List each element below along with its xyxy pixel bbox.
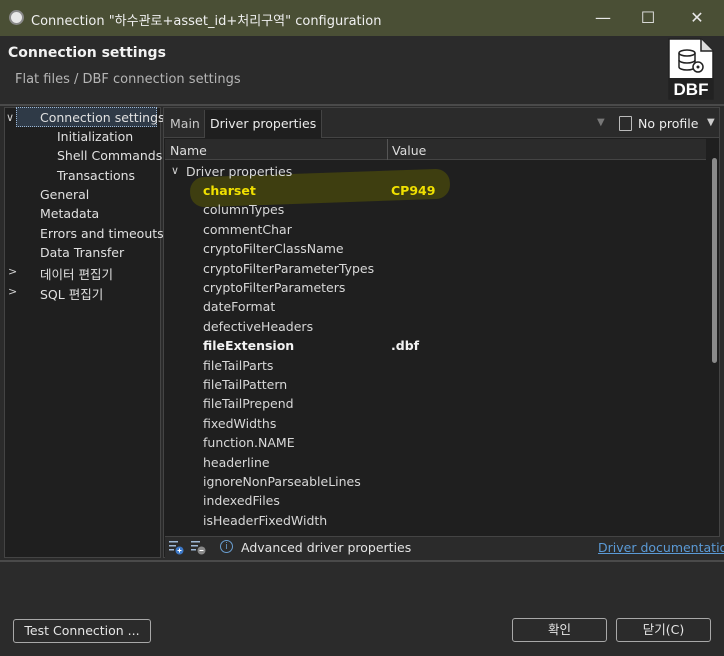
property-name[interactable]: cryptoFilterParameterTypes (203, 261, 374, 276)
table-header (165, 139, 706, 160)
property-name[interactable]: dateFormat (203, 299, 275, 314)
property-name[interactable]: headerline (203, 455, 270, 470)
test-connection-button[interactable]: Test Connection ... (13, 619, 151, 643)
tree-item-sql-editor[interactable]: SQL 편집기 (40, 284, 103, 303)
property-name[interactable]: function.NAME (203, 435, 295, 450)
property-name[interactable]: fileTailParts (203, 358, 273, 373)
property-value[interactable]: CP949 (391, 183, 435, 198)
property-name[interactable]: fixedWidths (203, 416, 276, 431)
property-name[interactable]: fileTailPattern (203, 377, 287, 392)
property-name[interactable]: isHeaderFixedWidth (203, 513, 327, 528)
scrollbar[interactable] (712, 158, 717, 363)
tree-item-errors-timeouts[interactable]: Errors and timeouts (40, 226, 164, 241)
chevron-right-icon[interactable]: > (8, 265, 17, 278)
property-group[interactable]: Driver properties (186, 164, 292, 179)
divider (0, 560, 724, 562)
property-value[interactable]: .dbf (391, 338, 419, 353)
property-name[interactable]: cryptoFilterClassName (203, 241, 344, 256)
tree-item-general[interactable]: General (40, 187, 89, 202)
tab-driver-properties[interactable]: Driver properties (204, 110, 323, 138)
tree-item-initialization[interactable]: Initialization (57, 129, 133, 144)
chevron-down-icon[interactable]: ∨ (171, 164, 179, 177)
page-subtitle: Flat files / DBF connection settings (15, 72, 241, 87)
driver-documentation-link[interactable]: Driver documentation (598, 540, 724, 555)
chevron-down-icon[interactable]: ▼ (597, 117, 605, 128)
tree-item-metadata[interactable]: Metadata (40, 206, 99, 221)
add-property-icon[interactable] (168, 539, 184, 555)
remove-property-icon[interactable] (190, 539, 206, 555)
property-name[interactable]: commentChar (203, 222, 292, 237)
app-icon (9, 10, 24, 25)
page-title: Connection settings (8, 45, 166, 61)
property-name[interactable]: cryptoFilterParameters (203, 280, 345, 295)
dbf-file-icon: DBF (668, 38, 714, 100)
profile-selector[interactable]: No profile (638, 116, 698, 131)
tree-item-connection-settings[interactable]: Connection settings (40, 110, 165, 125)
property-name[interactable]: columnTypes (203, 202, 284, 217)
tree-item-transactions[interactable]: Transactions (57, 168, 135, 183)
document-icon (619, 116, 632, 131)
chevron-right-icon[interactable]: > (8, 285, 17, 298)
column-header-value[interactable]: Value (392, 143, 426, 158)
divider (0, 104, 724, 106)
property-name[interactable]: fileTailPrepend (203, 396, 294, 411)
property-name[interactable]: charset (203, 183, 256, 198)
dbf-logo-text: DBF (674, 80, 709, 99)
property-name[interactable]: defectiveHeaders (203, 319, 313, 334)
column-header-name[interactable]: Name (170, 143, 207, 158)
property-name[interactable]: fileExtension (203, 338, 294, 353)
info-icon: i (220, 540, 233, 553)
maximize-button[interactable]: ☐ (636, 6, 660, 30)
chevron-down-icon[interactable]: ▼ (707, 117, 715, 128)
tree-item-data-transfer[interactable]: Data Transfer (40, 245, 124, 260)
close-window-button[interactable]: ✕ (685, 6, 709, 30)
tree-item-data-editor[interactable]: 데이터 편집기 (40, 264, 113, 283)
column-divider[interactable] (387, 139, 388, 160)
property-name[interactable]: ignoreNonParseableLines (203, 474, 361, 489)
chevron-down-icon[interactable]: ∨ (6, 111, 14, 124)
advanced-properties-label: Advanced driver properties (241, 540, 412, 555)
close-button[interactable]: 닫기(C) (616, 618, 711, 642)
minimize-button[interactable]: — (591, 6, 615, 30)
tab-main[interactable]: Main (165, 110, 205, 138)
ok-button[interactable]: 확인 (512, 618, 607, 642)
window-title: Connection "하수관로+asset_id+처리구역" configur… (31, 14, 382, 29)
property-name[interactable]: indexedFiles (203, 493, 280, 508)
tree-item-shell-commands[interactable]: Shell Commands (57, 148, 162, 163)
